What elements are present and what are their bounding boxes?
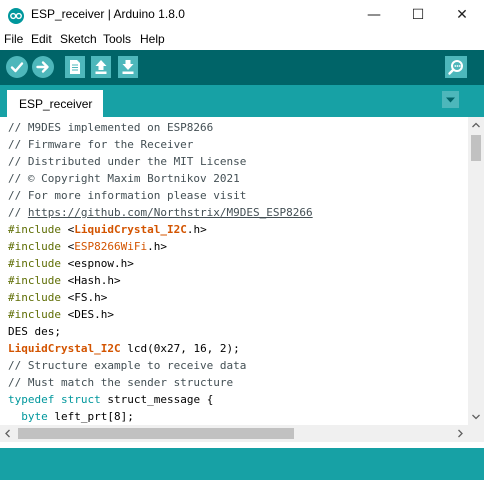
tab-menu-icon	[446, 97, 455, 103]
chevron-up-icon	[472, 122, 480, 128]
upload-button[interactable]	[32, 56, 54, 78]
tab-bar: ESP_receiver	[0, 85, 484, 117]
window-title: ESP_receiver | Arduino 1.8.0	[31, 7, 185, 21]
code-line: // Must match the sender structure	[8, 376, 234, 389]
preprocessor-token: #include	[8, 257, 61, 270]
code-line: #include <espnow.h>	[8, 255, 134, 272]
tab-label: ESP_receiver	[19, 97, 93, 111]
plain-token: <	[60, 223, 75, 236]
serial-monitor-icon	[448, 60, 463, 75]
toolbar	[0, 50, 484, 85]
preprocessor-token: #include	[8, 223, 61, 236]
comment-token: //	[8, 206, 28, 219]
plain-token: <	[60, 274, 75, 287]
class-token: LiquidCrystal_I2C	[8, 342, 121, 355]
class-token: LiquidCrystal_I2C	[74, 223, 187, 236]
chevron-down-icon	[472, 414, 480, 420]
code-line: // https://github.com/Northstrix/M9DES_E…	[8, 204, 313, 221]
chevron-right-icon	[458, 429, 463, 438]
plain-token: <	[60, 257, 75, 270]
plain-token: <	[60, 240, 75, 253]
title-bar: ESP_receiver | Arduino 1.8.0 — ☐ ✕	[0, 0, 484, 30]
scrollbar-corner	[468, 425, 484, 442]
scroll-down-button[interactable]	[468, 409, 484, 425]
menu-help[interactable]: Help	[140, 32, 165, 46]
code-line: // For more information please visit	[8, 189, 247, 202]
code-line: #include <DES.h>	[8, 306, 114, 323]
plain-token: DES.h>	[74, 308, 114, 321]
vertical-scrollbar[interactable]	[468, 117, 484, 425]
keyword-token: typedef	[8, 393, 55, 406]
plain-token: <	[60, 308, 75, 321]
code-line: byte left_prt[8];	[8, 408, 134, 425]
code-line: #include <LiquidCrystal_I2C.h>	[8, 221, 207, 238]
save-icon	[122, 60, 134, 74]
tab-esp-receiver[interactable]: ESP_receiver	[7, 90, 103, 117]
url-link[interactable]: https://github.com/Northstrix/M9DES_ESP8…	[28, 206, 313, 219]
horizontal-scroll-thumb[interactable]	[18, 428, 294, 439]
class-token: ESP8266WiFi	[74, 240, 148, 253]
maximize-button[interactable]: ☐	[396, 0, 440, 30]
code-line: // M9DES implemented on ESP8266	[8, 121, 214, 134]
tab-menu-button[interactable]	[442, 91, 459, 108]
keyword-token: byte	[21, 410, 48, 423]
upload-icon	[36, 61, 49, 73]
scroll-up-button[interactable]	[468, 117, 484, 133]
open-sketch-button[interactable]	[91, 56, 111, 78]
plain-token: espnow.h>	[74, 257, 134, 270]
verify-button[interactable]	[6, 56, 28, 78]
indent-token	[8, 410, 21, 423]
code-line: typedef struct struct_message {	[8, 391, 213, 408]
plain-token: .h>	[186, 223, 207, 236]
verify-icon	[10, 62, 24, 73]
code-line: #include <FS.h>	[8, 289, 107, 306]
menu-file[interactable]: File	[4, 32, 23, 46]
code-line: LiquidCrystal_I2C lcd(0x27, 16, 2);	[8, 340, 240, 357]
serial-monitor-button[interactable]	[445, 56, 467, 78]
new-sketch-button[interactable]	[65, 56, 85, 78]
plain-token: struct_message {	[100, 393, 214, 406]
menu-bar: File Edit Sketch Tools Help	[0, 30, 484, 50]
save-sketch-button[interactable]	[118, 56, 138, 78]
menu-edit[interactable]: Edit	[31, 32, 52, 46]
console-status-bar	[0, 448, 484, 480]
code-line: // © Copyright Maxim Bortnikov 2021	[8, 172, 240, 185]
minimize-button[interactable]: —	[352, 0, 396, 30]
preprocessor-token: #include	[8, 240, 61, 253]
arduino-logo-icon	[8, 8, 24, 24]
menu-sketch[interactable]: Sketch	[60, 32, 97, 46]
preprocessor-token: #include	[8, 308, 61, 321]
plain-token: left_prt[8];	[47, 410, 134, 423]
plain-token: .h>	[147, 240, 167, 253]
new-icon	[70, 60, 80, 74]
close-button[interactable]: ✕	[440, 0, 484, 30]
keyword-token: struct	[60, 393, 101, 406]
menu-tools[interactable]: Tools	[103, 32, 131, 46]
chevron-left-icon	[5, 429, 10, 438]
code-line: #include <ESP8266WiFi.h>	[8, 238, 167, 255]
code-line: // Structure example to receive data	[8, 359, 247, 372]
plain-token: lcd(0x27, 16, 2);	[120, 342, 240, 355]
code-line: // Distributed under the MIT License	[8, 155, 247, 168]
code-line: #include <Hash.h>	[8, 272, 121, 289]
code-line: DES des;	[8, 325, 61, 338]
plain-token: Hash.h>	[74, 274, 121, 287]
scroll-left-button[interactable]	[0, 425, 16, 442]
plain-token: <	[60, 291, 75, 304]
horizontal-scrollbar[interactable]	[0, 425, 468, 442]
open-icon	[95, 60, 107, 74]
code-line: // Firmware for the Receiver	[8, 138, 194, 151]
code-editor[interactable]: // M9DES implemented on ESP8266 // Firmw…	[0, 117, 468, 425]
scroll-right-button[interactable]	[452, 425, 468, 442]
preprocessor-token: #include	[8, 274, 61, 287]
preprocessor-token: #include	[8, 291, 61, 304]
plain-token: FS.h>	[74, 291, 108, 304]
vertical-scroll-thumb[interactable]	[471, 135, 481, 161]
